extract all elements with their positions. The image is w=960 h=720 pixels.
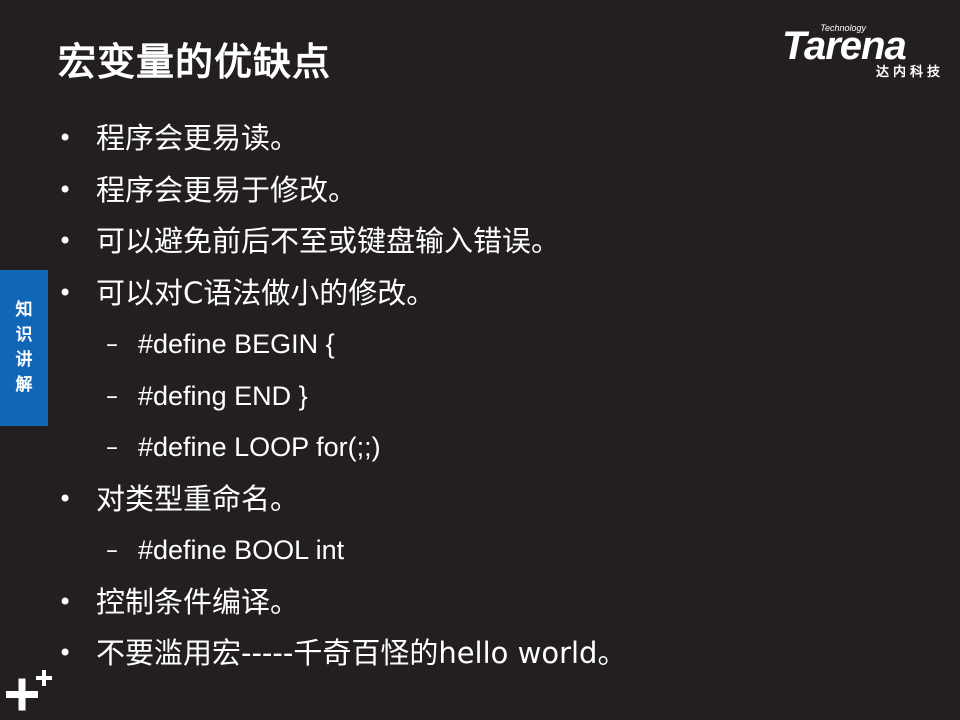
dash-marker: – <box>106 536 118 564</box>
dash-marker: – <box>106 381 118 410</box>
sub-list-item: – #define BEGIN { <box>0 319 960 371</box>
list-item-text: 可以对C语法做小的修改。 <box>96 275 436 310</box>
list-item-text: 程序会更易读。 <box>96 121 300 155</box>
bullet-marker: • <box>58 175 73 204</box>
sub-list-item: – #defing END } <box>0 371 960 423</box>
logo-wordmark: Tarena <box>782 24 907 68</box>
sub-list-item-text: #defing END } <box>138 380 308 411</box>
dash-marker: – <box>106 433 118 461</box>
list-item: • 程序会更易读。 <box>0 113 960 165</box>
logo-chinese-name: 达内科技 <box>875 65 944 80</box>
slide-title: 宏变量的优缺点 <box>58 40 332 84</box>
list-item-text: 对类型重命名。 <box>96 481 300 516</box>
list-item: • 可以对C语法做小的修改。 <box>0 268 960 320</box>
sub-list-item: – #define LOOP for(;;) <box>0 422 960 474</box>
bullet-marker: • <box>58 124 73 152</box>
sub-list-item-text: #define LOOP for(;;) <box>138 432 381 462</box>
list-item-text: 不要滥用宏-----千奇百怪的hello world。 <box>96 636 627 670</box>
dash-marker: – <box>106 330 118 358</box>
bullet-marker: • <box>58 484 73 513</box>
list-item-text: 可以避免前后不至或键盘输入错误。 <box>96 224 561 258</box>
list-item: • 对类型重命名。 <box>0 474 960 526</box>
list-item: • 可以避免前后不至或键盘输入错误。 <box>0 216 960 268</box>
bullet-marker: • <box>58 639 73 667</box>
list-item: • 不要滥用宏-----千奇百怪的hello world。 <box>0 628 960 680</box>
sub-list-item-text: #define BOOL int <box>138 535 345 565</box>
list-item-text: 控制条件编译。 <box>96 584 300 619</box>
list-item: • 程序会更易于修改。 <box>0 165 960 217</box>
plus-icon <box>6 670 52 711</box>
bullet-marker: • <box>58 278 73 307</box>
sub-list-item: – #define BOOL int <box>0 525 960 577</box>
tarena-logo: Technology Tarena 达内科技 <box>782 24 946 84</box>
bullet-marker: • <box>58 587 73 616</box>
bullet-marker: • <box>58 227 73 255</box>
bullet-list: • 程序会更易读。 • 程序会更易于修改。 • 可以避免前后不至或键盘输入错误。… <box>0 113 960 680</box>
sub-list-item-text: #define BEGIN { <box>138 329 335 359</box>
list-item-text: 程序会更易于修改。 <box>96 172 358 207</box>
list-item: • 控制条件编译。 <box>0 577 960 629</box>
